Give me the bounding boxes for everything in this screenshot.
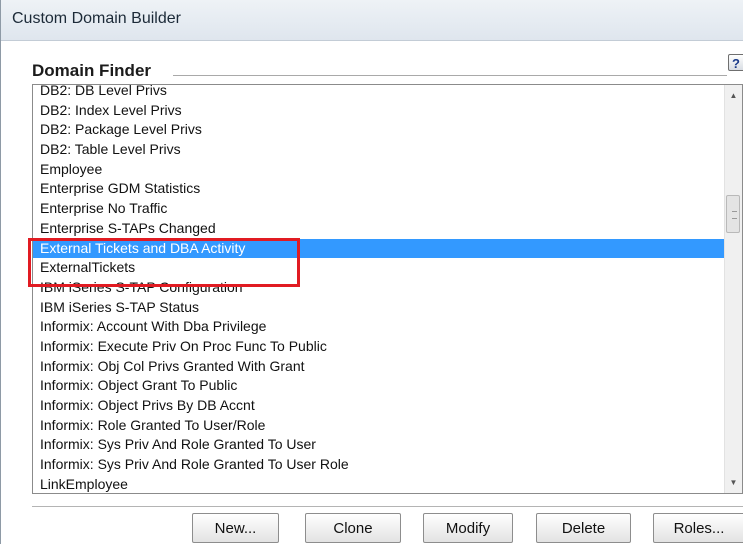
clone-button[interactable]: Clone <box>305 513 401 543</box>
list-item[interactable]: IBM iSeries S-TAP Status <box>33 298 726 318</box>
scroll-down-icon[interactable]: ▼ <box>725 474 742 491</box>
list-item[interactable]: Informix: Object Privs By DB Accnt <box>33 396 726 416</box>
button-bar-divider <box>32 506 743 507</box>
grip-icon <box>732 211 737 219</box>
scroll-thumb[interactable] <box>726 195 740 233</box>
list-item[interactable]: DB2: Table Level Privs <box>33 140 726 160</box>
section-title: Domain Finder <box>32 61 152 80</box>
list-item[interactable]: Employee <box>33 160 726 180</box>
list-item[interactable]: External Tickets and DBA Activity <box>33 238 726 259</box>
list-item[interactable]: DB2: Index Level Privs <box>33 101 726 121</box>
list-item[interactable]: IBM iSeries S-TAP Configuration <box>33 278 726 298</box>
list-item[interactable]: Enterprise GDM Statistics <box>33 179 726 199</box>
list-item[interactable]: Informix: Object Grant To Public <box>33 376 726 396</box>
list-item[interactable]: Informix: Sys Priv And Role Granted To U… <box>33 455 726 475</box>
roles-button[interactable]: Roles... <box>653 513 743 543</box>
list-item[interactable]: Informix: Execute Priv On Proc Func To P… <box>33 337 726 357</box>
help-icon[interactable]: ? <box>728 54 743 71</box>
list-item[interactable]: Enterprise S-TAPs Changed <box>33 219 726 239</box>
delete-button[interactable]: Delete <box>536 513 631 543</box>
domain-list[interactable]: DB2: DB Level Privs DB2: Index Level Priv… <box>32 84 743 494</box>
scroll-up-icon[interactable]: ▲ <box>725 87 742 104</box>
title-bar: Custom Domain Builder <box>1 0 743 41</box>
window-title: Custom Domain Builder <box>12 10 181 27</box>
modify-button[interactable]: Modify <box>423 513 513 543</box>
list-item[interactable]: LinkEmployee <box>33 475 726 493</box>
list-item[interactable]: Enterprise No Traffic <box>33 199 726 219</box>
list-item[interactable]: Informix: Account With Dba Privilege <box>33 317 726 337</box>
list-item[interactable]: Informix: Sys Priv And Role Granted To U… <box>33 435 726 455</box>
list-item[interactable]: DB2: Package Level Privs <box>33 120 726 140</box>
section-divider <box>173 75 727 76</box>
list-item[interactable]: Informix: Obj Col Privs Granted With Gra… <box>33 357 726 377</box>
domain-list-items: DB2: DB Level Privs DB2: Index Level Priv… <box>33 85 726 493</box>
list-item[interactable]: ExternalTickets <box>33 258 726 278</box>
vertical-scrollbar[interactable]: ▲ ▼ <box>724 85 742 493</box>
list-item[interactable]: Informix: Role Granted To User/Role <box>33 416 726 436</box>
new-button[interactable]: New... <box>192 513 279 543</box>
custom-domain-builder-window: Custom Domain Builder Domain Finder ? DB… <box>0 0 743 544</box>
list-item[interactable]: DB2: DB Level Privs <box>33 85 726 101</box>
